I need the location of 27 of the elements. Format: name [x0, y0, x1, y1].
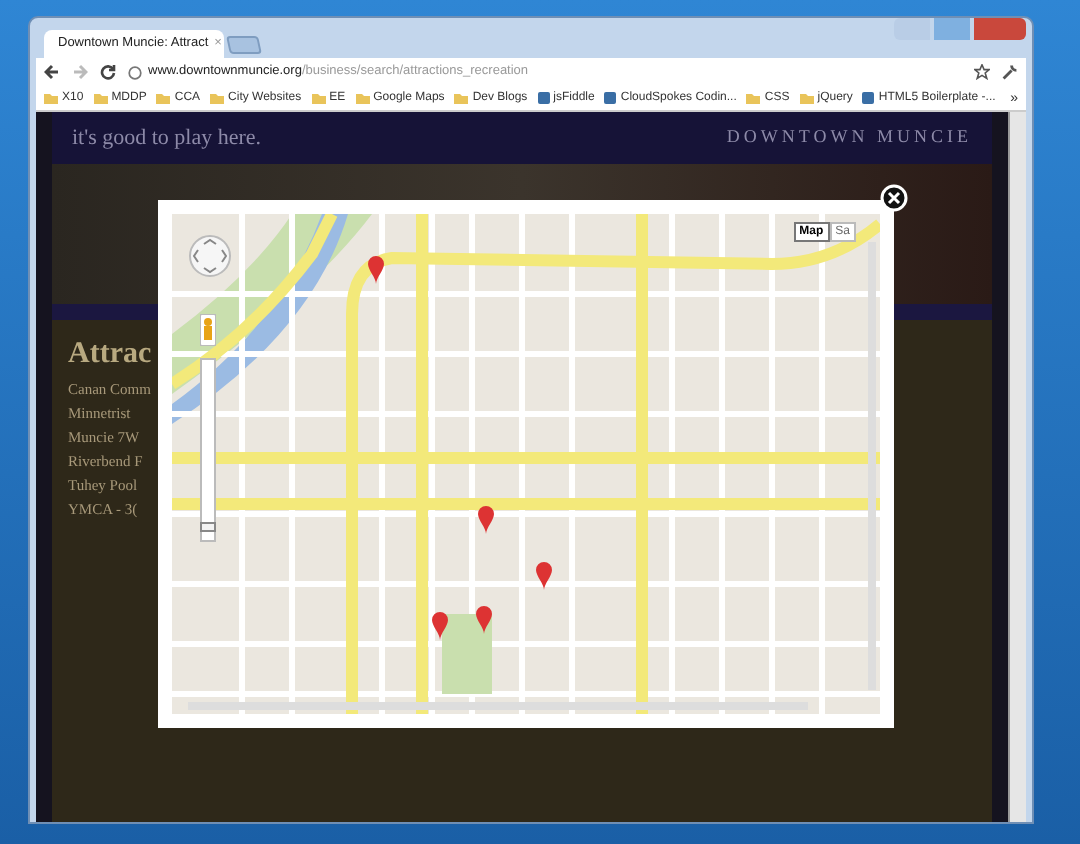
- page-heading: Attrac: [68, 340, 154, 370]
- site-icon: [604, 92, 617, 104]
- folder-icon: [799, 92, 814, 104]
- wrench-icon[interactable]: [1002, 64, 1018, 80]
- back-icon[interactable]: [44, 64, 60, 80]
- close-icon[interactable]: [880, 184, 908, 212]
- site-icon: [862, 92, 875, 104]
- folder-icon: [210, 92, 225, 104]
- forward-icon[interactable]: [72, 64, 88, 80]
- reload-icon[interactable]: [100, 64, 116, 80]
- pan-control-icon[interactable]: [188, 234, 232, 278]
- site-icon: [537, 92, 550, 104]
- folder-icon: [355, 92, 370, 104]
- folder-icon: [44, 92, 58, 104]
- folder-icon: [311, 92, 326, 104]
- site-tagline: it's good to play here.: [72, 123, 262, 154]
- folder-icon: [156, 92, 171, 104]
- zoom-slider-thumb[interactable]: [200, 521, 216, 532]
- site-logo-text: DOWNTOWN MUNCIE: [726, 124, 972, 151]
- scrollbar[interactable]: [1008, 112, 1026, 822]
- star-icon[interactable]: [974, 64, 990, 80]
- pegman-icon[interactable]: [200, 314, 216, 346]
- zoom-slider[interactable]: [200, 358, 216, 542]
- folder-icon: [746, 92, 761, 104]
- new-tab-button[interactable]: [226, 36, 262, 54]
- folder-icon: [454, 92, 469, 104]
- folder-icon: [93, 92, 108, 104]
